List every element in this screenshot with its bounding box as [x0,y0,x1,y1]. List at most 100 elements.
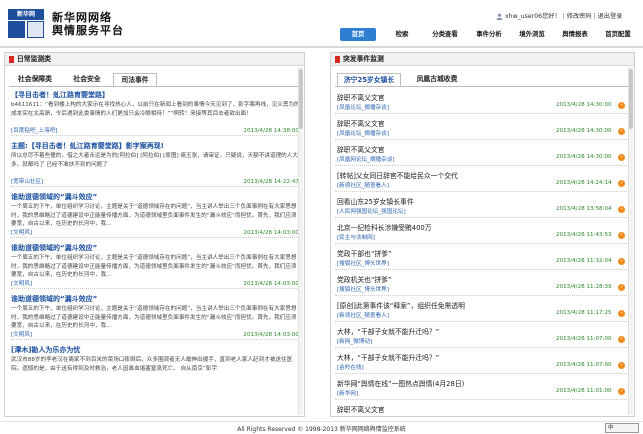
header: 新华网 新华网网络 舆情服务平台 xhw_user06您好！ | 修改密码 | 退出登录… [0,0,643,48]
event-source[interactable]: [凤凰论坛_搁播杂谈] [337,129,389,137]
article-meta: [文明风] 2013/4/28 14:03:00 [11,331,301,340]
event-date: 2013/4/28 11:01:00 [556,388,612,394]
event-title-link[interactable]: [原创]此第事件该“释案”，组织任免需透明 [337,300,465,310]
event-item: 大林，“干部子女就不能升迁吗？” [金羚在线] 2013/4/28 11:07:00… [335,349,627,374]
article-title-link[interactable]: 谁助道德领域的“漏斗效应” [11,193,301,202]
event-source[interactable]: [新华网] [337,389,358,397]
arrow-circle-icon[interactable]: › [618,388,625,395]
arrow-circle-icon[interactable]: › [618,154,625,161]
tab-jining-town-head[interactable]: 济宁25岁女镇长 [337,73,401,86]
event-title-link[interactable]: 辞职不离父文官 [337,118,385,128]
language-select[interactable]: 中 [605,423,639,433]
event-source[interactable]: [金羚在线] [337,363,364,371]
footer: All Rights Reserved © 1998-2013 新华网网络舆情监… [0,421,643,434]
daily-monitor-panel: 日常监测类 社会保障类 社会安全 司法事件 【寻目击者！虬江路育婴堂路】 b46… [4,52,305,417]
nav-event-analysis[interactable]: 事件分析 [471,28,507,41]
tab-fenghuang-fee[interactable]: 凤凰古城收费 [409,73,465,86]
user-bar: xhw_user06您好！ | 修改密码 | 退出登录 [496,11,622,20]
site-title-line1: 新华网网络 [52,11,112,24]
event-item: 北京—纪检科长涉嫌受贿400万 [民主与法制网] 2013/4/28 11:43:5… [335,219,627,244]
nav-home-config[interactable]: 首页配置 [600,28,636,41]
article-summary: 一个周五的下午，单位组织学习讨论，主题是关于“道德领域存在的问题”，当主讲人举出… [11,204,297,227]
arrow-circle-icon[interactable]: › [618,362,625,369]
event-title-link[interactable]: 大林，“干部子女就不能升迁吗？” [337,352,439,362]
article-summary: 一个周五的下午，单位组织学习讨论，主题是关于“道德领域存在的问题”，当主讲人举出… [11,255,297,278]
event-title-link[interactable]: [转帖]父女同日辞官不能给民众一个交代 [337,170,458,180]
event-date: 2013/4/28 11:17:25 [556,310,612,316]
article-title-link[interactable]: [潭木]勘人为乐亦为忧 [11,346,301,355]
user-icon [496,13,503,20]
event-source[interactable]: [新浪社区_随意看人] [337,181,389,189]
article-source[interactable]: [文明风] [11,280,32,289]
article-source[interactable]: [文明风] [11,229,32,238]
nav-category-view[interactable]: 分类查看 [427,28,463,41]
change-password-link[interactable]: 修改密码 [567,13,592,20]
arrow-circle-icon[interactable]: › [618,310,625,317]
panel-header: 日常监测类 [5,53,304,66]
separator: | [593,13,596,20]
nav-reports[interactable]: 舆情报表 [557,28,593,41]
event-item: 回看山东25岁女镇长事件 [人民网强国论坛_强国论坛] 2013/4/28 13:5… [335,193,627,218]
nav-search[interactable]: 检索 [384,28,420,41]
arrow-circle-icon[interactable]: › [618,206,625,213]
article-meta: [百度贴吧_上海吧] 2013/4/28 14:38:00 [11,127,301,136]
event-title-link[interactable]: 辞职不离父文官 [337,144,385,154]
nav-home[interactable]: 首页 [340,28,376,41]
event-source[interactable]: [新网_微博动] [337,337,372,345]
event-item: 新华网“舆情在线”一图热点舆情(4月28日) [新华网] 2013/4/28 11:… [335,375,627,400]
tab-judicial-events[interactable]: 司法事件 [113,73,157,86]
site-title-line2: 舆情服务平台 [52,24,124,37]
event-item: 辞职不离父文官 [凤凰论坛_搁播杂谈] 2013/4/28 14:30:00 › [335,89,627,114]
event-title-link[interactable]: 党政机关也“拼爹” [337,274,392,284]
article-title-link[interactable]: 【寻目击者！虬江路育婴堂路】 [11,91,301,100]
article-source[interactable]: [百度贴吧_上海吧] [11,127,57,136]
event-source[interactable]: [人民网强国论坛_强国论坛] [337,207,406,215]
event-title-link[interactable]: 辞职不离父文官 [337,92,385,102]
greeting: 您好！ [542,13,561,20]
arrow-circle-icon[interactable]: › [618,284,625,291]
article-title-link[interactable]: 谁助道德领域的“漏斗效应” [11,244,301,253]
event-item: 党政机关也“拼爹” [搜狐社区_博头世界] 2013/4/28 11:28:39 › [335,271,627,296]
article-summary: 一个周五的下午，单位组织学习讨论，主题是关于“道德领域存在的问题”，当主讲人举出… [11,306,297,329]
tab-social-security[interactable]: 社会保障类 [11,73,59,86]
event-source[interactable]: [新浪社区_随意看人] [337,311,389,319]
event-date: 2013/4/28 11:32:04 [556,258,612,264]
event-source[interactable]: [搜狐社区_博头世界] [337,285,389,293]
arrow-circle-icon[interactable]: › [618,128,625,135]
event-title-link[interactable]: 回看山东25岁女镇长事件 [337,196,414,206]
arrow-circle-icon[interactable]: › [618,102,625,109]
scrollbar[interactable] [298,67,303,415]
event-date: 2013/4/28 14:30:00 [556,154,612,160]
arrow-circle-icon[interactable]: › [618,232,625,239]
article-title-link[interactable]: 谁助道德领域的“漏斗效应” [11,295,301,304]
article-source[interactable]: [文明风] [11,331,32,340]
event-date: 2013/4/28 11:07:00 [556,362,612,368]
event-source[interactable]: [凤凰论坛_搁播杂谈] [337,103,389,111]
arrow-circle-icon[interactable]: › [618,336,625,343]
site-logo[interactable]: 新华网 [8,9,44,38]
event-title-link[interactable]: 党政干部也“拼爹” [337,248,392,258]
article-title-link[interactable]: 主题:【寻目击者！虬江路育婴堂路】影字案再现! [11,142,301,151]
event-title-link[interactable]: 新华网“舆情在线”一图热点舆情(4月28日) [337,378,464,388]
tab-public-safety[interactable]: 社会安全 [67,73,107,86]
event-date: 2013/4/28 11:43:53 [556,232,612,238]
event-source[interactable]: [搜狐社区_博头世界] [337,259,389,267]
arrow-circle-icon[interactable]: › [618,180,625,187]
scrollbar-thumb[interactable] [629,69,633,129]
logout-link[interactable]: 退出登录 [598,13,623,20]
article-date: 2013/4/28 14:03:00 [243,281,299,287]
user-name: xhw_user06 [505,13,543,20]
event-source[interactable]: [凤凰网论坛_搁播杂谈] [337,155,395,163]
event-title-link[interactable]: 大林，“干部子女就不能升迁吗？” [337,326,439,336]
event-source[interactable]: [民主与法制网] [337,233,375,241]
list-item: 谁助道德领域的“漏斗效应” 一个周五的下午，单位组织学习讨论，主题是关于“道德领… [11,193,301,238]
event-title-link[interactable]: 北京—纪检科长涉嫌受贿400万 [337,222,432,232]
article-source[interactable]: [宽带山社区] [11,178,43,187]
nav-overseas-browse[interactable]: 境外浏览 [514,28,550,41]
list-item: 【寻目击者！虬江路育婴堂路】 b4611611：“看到楼上构的大家示在寻找热心人… [11,91,301,136]
arrow-circle-icon[interactable]: › [618,258,625,265]
event-title-link[interactable]: 辞职不离父文官 [337,404,385,414]
event-item: 辞职不离父文官 [凤凰论坛_搁播杂谈] 2013/4/28 14:30:00 › [335,115,627,140]
scrollbar[interactable] [628,67,633,415]
scrollbar-thumb[interactable] [299,69,303,129]
